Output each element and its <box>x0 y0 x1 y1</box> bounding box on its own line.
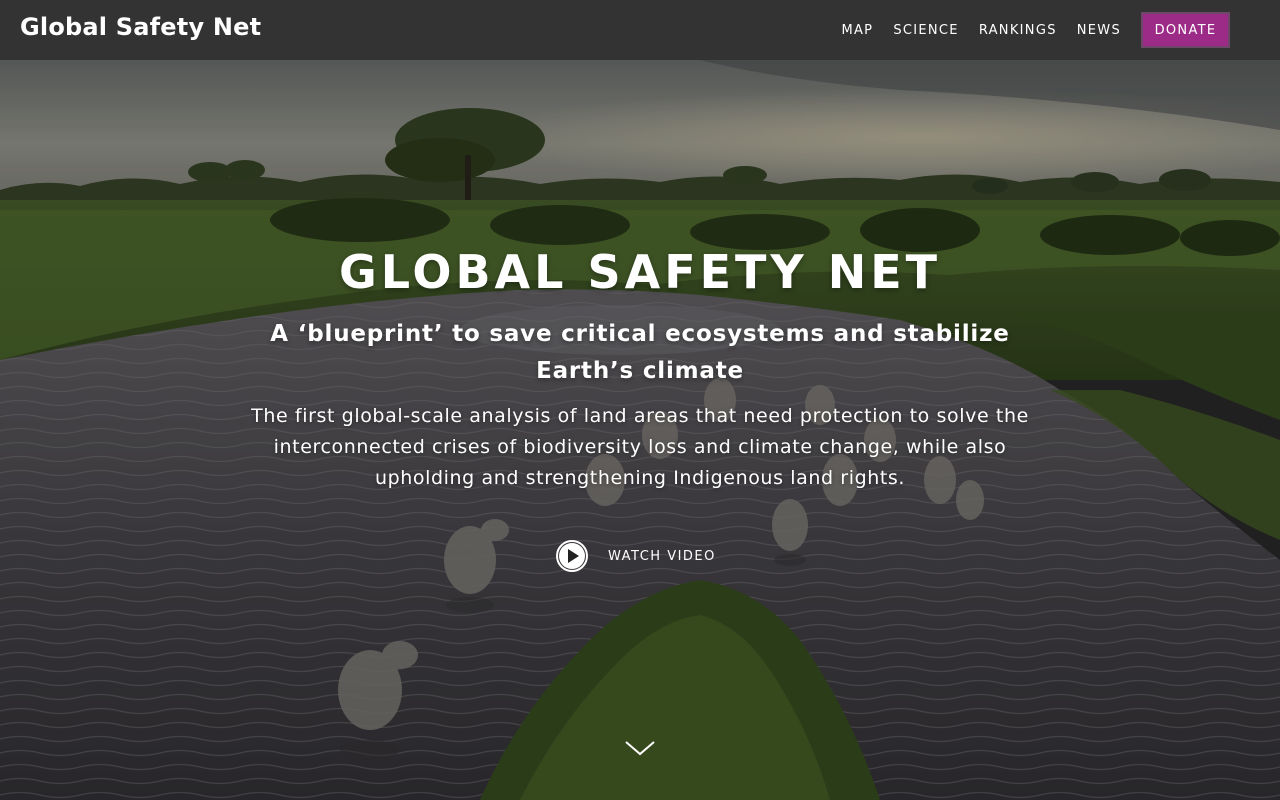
watch-video-button[interactable]: WATCH VIDEO <box>556 538 716 574</box>
hero-subtitle: A ‘blueprint’ to save critical ecosystem… <box>270 321 1010 384</box>
hero-section: GLOBAL SAFETY NET A ‘blueprint’ to save … <box>0 60 1280 800</box>
main-nav: MAP SCIENCE RANKINGS NEWS DONATE <box>841 12 1230 48</box>
nav-link-news[interactable]: NEWS <box>1077 23 1121 38</box>
hero-title: GLOBAL SAFETY NET <box>338 245 942 299</box>
site-logo-link[interactable]: Global Safety Net <box>20 13 261 41</box>
play-circle-icon <box>556 540 588 572</box>
nav-link-map[interactable]: MAP <box>841 23 873 38</box>
donate-button[interactable]: DONATE <box>1141 12 1230 48</box>
nav-link-science[interactable]: SCIENCE <box>893 23 959 38</box>
nav-link-rankings[interactable]: RANKINGS <box>979 23 1057 38</box>
page: Global Safety Net MAP SCIENCE RANKINGS N… <box>0 0 1280 800</box>
chevron-down-icon[interactable] <box>624 738 656 758</box>
top-navigation-bar: Global Safety Net MAP SCIENCE RANKINGS N… <box>0 0 1280 60</box>
hero-description: The first global-scale analysis of land … <box>251 405 1029 489</box>
watch-video-label: WATCH VIDEO <box>608 548 716 564</box>
